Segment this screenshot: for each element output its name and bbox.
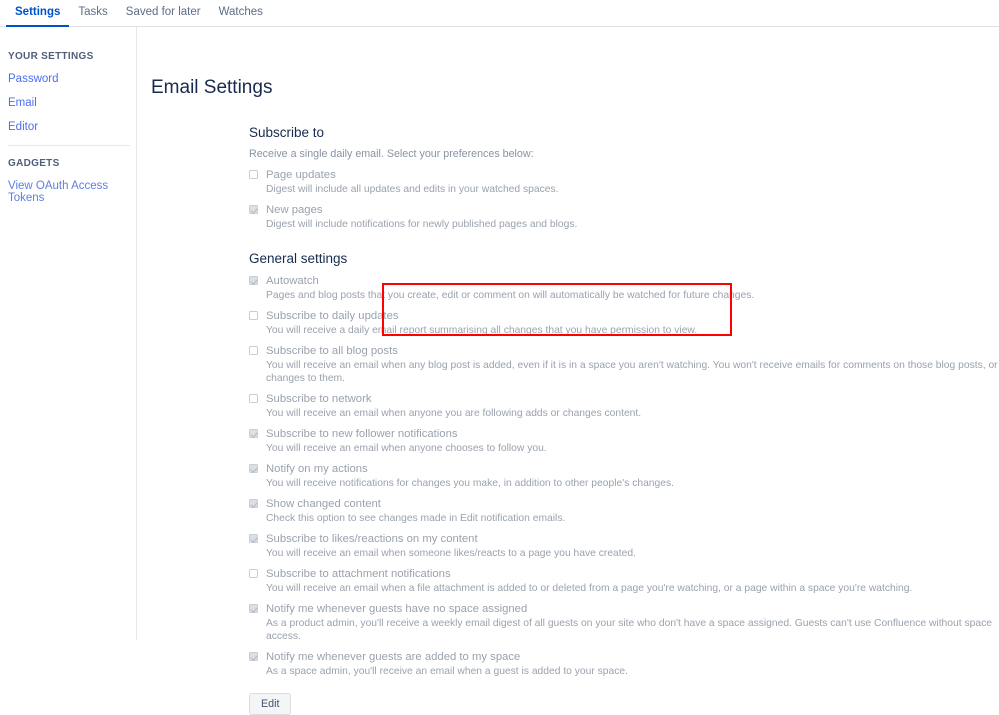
subscribe-section-title: Subscribe to	[249, 125, 325, 140]
option-label-subscribe-to-attachment-notifications: Subscribe to attachment notifications	[266, 567, 451, 580]
option-row-show-changed-content[interactable]: Show changed content	[249, 496, 999, 511]
edit-button[interactable]: Edit	[249, 693, 292, 715]
sidebar-item-password[interactable]: Password	[6, 73, 136, 85]
option-description-subscribe-to-new-follower-notifications: You will receive an email when anyone ch…	[266, 443, 547, 454]
option-description-show-changed-content: Check this option to see changes made in…	[266, 513, 566, 524]
checkbox-notify-me-whenever-guests-have-no-space-assigned[interactable]	[249, 604, 258, 613]
option-label-autowatch: Autowatch	[266, 274, 319, 287]
checkbox-subscribe-to-new-follower-notifications[interactable]	[249, 429, 258, 438]
option-row-notify-me-whenever-guests-are-added-to-my-space[interactable]: Notify me whenever guests are added to m…	[249, 649, 999, 664]
page-title: Email Settings	[151, 77, 273, 98]
option-row-subscribe-to-attachment-notifications[interactable]: Subscribe to attachment notifications	[249, 566, 999, 581]
option-label-page-updates: Page updates	[266, 168, 336, 181]
option-label-notify-me-whenever-guests-have-no-space-assigned: Notify me whenever guests have no space …	[266, 602, 528, 615]
checkbox-subscribe-to-likes-reactions-on-my-content[interactable]	[249, 534, 258, 543]
general-options-list: Autowatch Pages and blog posts that you c…	[249, 273, 999, 678]
sidebar-your-settings-links: Password Email Editor	[6, 73, 136, 133]
subscribe-section-lead: Receive a single daily email. Select you…	[249, 148, 534, 160]
checkbox-autowatch[interactable]	[249, 276, 258, 285]
option-description-subscribe-to-daily-updates: You will receive a daily email report su…	[266, 325, 698, 336]
sidebar-divider	[8, 145, 130, 146]
sidebar-item-email[interactable]: Email	[6, 97, 136, 109]
general-section-title: General settings	[249, 251, 348, 266]
sidebar-gadgets-links: View OAuth Access Tokens	[6, 180, 136, 204]
checkbox-subscribe-to-network[interactable]	[249, 394, 258, 403]
sidebar-heading-gadgets: GADGETS	[8, 158, 60, 169]
option-label-show-changed-content: Show changed content	[266, 497, 381, 510]
tab-saved-for-later[interactable]: Saved for later	[117, 6, 210, 27]
option-label-new-pages: New pages	[266, 203, 323, 216]
tab-watches[interactable]: Watches	[210, 6, 272, 27]
option-row-subscribe-to-network[interactable]: Subscribe to network	[249, 391, 999, 406]
option-row-page-updates[interactable]: Page updates	[249, 167, 999, 182]
option-label-subscribe-to-all-blog-posts: Subscribe to all blog posts	[266, 344, 398, 357]
checkbox-new-pages[interactable]	[249, 205, 258, 214]
main-content: Email Settings Subscribe to Receive a si…	[137, 27, 999, 715]
sidebar-item-view-oauth-access-tokens[interactable]: View OAuth Access Tokens	[6, 180, 136, 204]
tab-tasks[interactable]: Tasks	[69, 6, 116, 27]
option-description-notify-me-whenever-guests-have-no-space-assigned: As a product admin, you'll receive a wee…	[266, 618, 992, 642]
option-row-subscribe-to-likes-reactions-on-my-content[interactable]: Subscribe to likes/reactions on my conte…	[249, 531, 999, 546]
checkbox-page-updates[interactable]	[249, 170, 258, 179]
page-body: YOUR SETTINGS Password Email Editor GADGET…	[0, 27, 999, 715]
option-description-new-pages: Digest will include notifications for ne…	[266, 219, 578, 230]
option-label-notify-me-whenever-guests-are-added-to-my-space: Notify me whenever guests are added to m…	[266, 650, 521, 663]
settings-sidebar: YOUR SETTINGS Password Email Editor GADGET…	[0, 27, 137, 640]
checkbox-subscribe-to-all-blog-posts[interactable]	[249, 346, 258, 355]
option-description-subscribe-to-network: You will receive an email when anyone yo…	[266, 408, 642, 419]
checkbox-notify-on-my-actions[interactable]	[249, 464, 258, 473]
option-row-notify-on-my-actions[interactable]: Notify on my actions	[249, 461, 999, 476]
option-description-notify-on-my-actions: You will receive notifications for chang…	[266, 478, 674, 489]
checkbox-subscribe-to-daily-updates[interactable]	[249, 311, 258, 320]
option-row-subscribe-to-all-blog-posts[interactable]: Subscribe to all blog posts	[249, 343, 999, 358]
primary-tab-bar: Settings Tasks Saved for later Watches	[0, 0, 999, 27]
option-row-subscribe-to-new-follower-notifications[interactable]: Subscribe to new follower notifications	[249, 426, 999, 441]
option-label-subscribe-to-new-follower-notifications: Subscribe to new follower notifications	[266, 427, 458, 440]
tab-settings[interactable]: Settings	[6, 6, 70, 27]
option-description-page-updates: Digest will include all updates and edit…	[266, 184, 559, 195]
checkbox-notify-me-whenever-guests-are-added-to-my-space[interactable]	[249, 652, 258, 661]
option-row-subscribe-to-daily-updates[interactable]: Subscribe to daily updates	[249, 308, 999, 323]
settings-panel: Subscribe to Receive a single daily emai…	[151, 125, 999, 715]
sidebar-heading-your-settings: YOUR SETTINGS	[8, 51, 94, 62]
option-description-autowatch: Pages and blog posts that you create, ed…	[266, 290, 755, 301]
option-label-notify-on-my-actions: Notify on my actions	[266, 462, 368, 475]
option-label-subscribe-to-network: Subscribe to network	[266, 392, 372, 405]
option-label-subscribe-to-likes-reactions-on-my-content: Subscribe to likes/reactions on my conte…	[266, 532, 478, 545]
checkbox-show-changed-content[interactable]	[249, 499, 258, 508]
option-description-subscribe-to-attachment-notifications: You will receive an email when a file at…	[266, 583, 913, 594]
option-description-subscribe-to-likes-reactions-on-my-content: You will receive an email when someone l…	[266, 548, 636, 559]
sidebar-item-editor[interactable]: Editor	[6, 121, 136, 133]
checkbox-subscribe-to-attachment-notifications[interactable]	[249, 569, 258, 578]
option-label-subscribe-to-daily-updates: Subscribe to daily updates	[266, 309, 399, 322]
option-row-autowatch[interactable]: Autowatch	[249, 273, 999, 288]
option-description-notify-me-whenever-guests-are-added-to-my-space: As a space admin, you'll receive an emai…	[266, 666, 628, 677]
option-row-notify-me-whenever-guests-have-no-space-assigned[interactable]: Notify me whenever guests have no space …	[249, 601, 999, 616]
option-row-new-pages[interactable]: New pages	[249, 202, 999, 217]
option-description-subscribe-to-all-blog-posts: You will receive an email when any blog …	[266, 360, 998, 384]
subscribe-options-list: Page updates Digest will include all upda…	[249, 167, 999, 231]
